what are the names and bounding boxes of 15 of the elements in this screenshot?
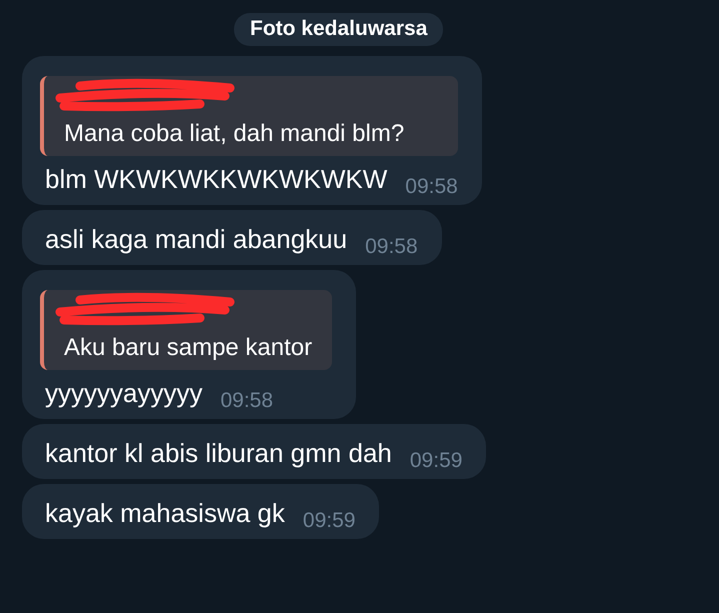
quoted-message[interactable]: Mana coba liat, dah mandi blm? <box>40 76 458 156</box>
message-time: 09:58 <box>220 389 274 413</box>
message-time: 09:59 <box>302 509 356 533</box>
message-time: 09:58 <box>365 235 418 259</box>
message-text: yyyyyyayyyyy <box>45 378 202 409</box>
quoted-text: Aku baru sampe kantor <box>64 334 312 362</box>
message-time: 09:59 <box>410 449 462 473</box>
quoted-message[interactable]: Aku baru sampe kantor <box>40 290 332 370</box>
quoted-text: Mana coba liat, dah mandi blm? <box>64 120 404 148</box>
service-message: Foto kedaluwarsa <box>234 13 444 46</box>
message-text: asli kaga mandi abangkuu <box>45 224 348 255</box>
message-text: kantor kl abis liburan gmn dah <box>45 438 392 469</box>
message-text: kayak mahasiswa gk <box>45 498 285 529</box>
message-time: 09:58 <box>405 175 458 199</box>
message-text: blm WKWKWKKWKWKWKW <box>45 164 388 195</box>
